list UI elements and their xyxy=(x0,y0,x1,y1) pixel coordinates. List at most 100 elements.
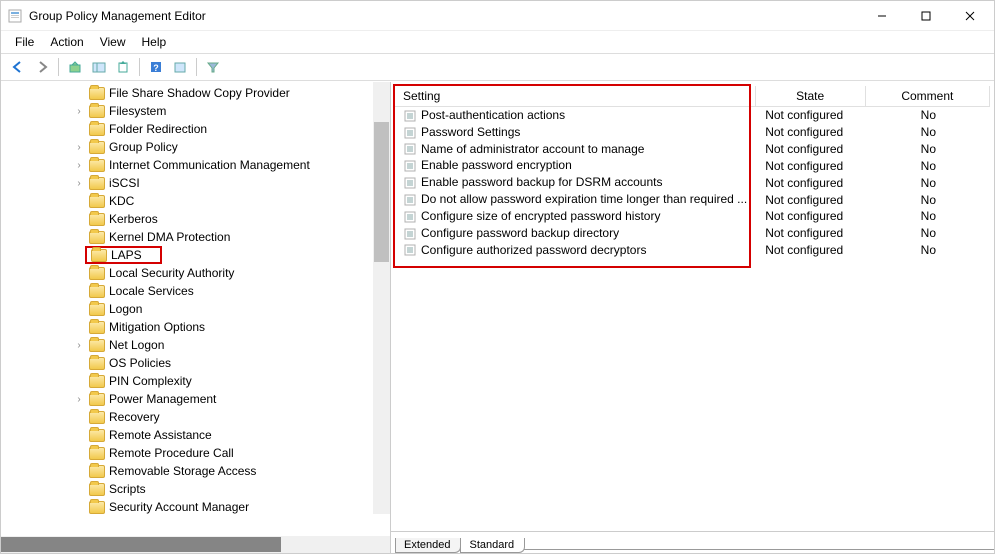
tree-item-recovery[interactable]: Recovery xyxy=(1,408,390,426)
setting-icon xyxy=(403,227,417,241)
window-controls xyxy=(860,2,992,30)
tree-item-removable-storage-access[interactable]: Removable Storage Access xyxy=(1,462,390,480)
setting-icon xyxy=(403,193,417,207)
tab-standard[interactable]: Standard xyxy=(460,538,525,553)
expand-icon[interactable]: › xyxy=(73,160,85,171)
tree-item-label: File Share Shadow Copy Provider xyxy=(109,86,290,100)
setting-state: Not configured xyxy=(755,208,865,225)
folder-icon xyxy=(89,429,105,442)
setting-name: Name of administrator account to manage xyxy=(421,142,644,156)
tree-item-label: Recovery xyxy=(109,410,160,424)
tree-item-local-security-authority[interactable]: Local Security Authority xyxy=(1,264,390,282)
help-button[interactable]: ? xyxy=(145,56,167,78)
menu-help[interactable]: Help xyxy=(134,33,175,51)
folder-icon xyxy=(89,285,105,298)
tree-item-label: Kerberos xyxy=(109,212,158,226)
tree-item-net-logon[interactable]: › Net Logon xyxy=(1,336,390,354)
menu-file[interactable]: File xyxy=(7,33,42,51)
setting-row[interactable]: Configure password backup directoryNot c… xyxy=(395,225,990,242)
setting-row[interactable]: Name of administrator account to manage N… xyxy=(395,141,990,158)
up-button[interactable] xyxy=(64,56,86,78)
column-state[interactable]: State xyxy=(755,86,865,107)
toolbar: ? xyxy=(1,53,994,81)
expand-icon[interactable]: › xyxy=(73,340,85,351)
tree-item-label: KDC xyxy=(109,194,134,208)
folder-icon xyxy=(89,123,105,136)
close-button[interactable] xyxy=(948,2,992,30)
setting-comment: No xyxy=(865,141,989,158)
tree-item-label: Group Policy xyxy=(109,140,178,154)
tree-item-kdc[interactable]: KDC xyxy=(1,192,390,210)
tree-item-laps[interactable]: LAPS xyxy=(1,246,390,264)
setting-row[interactable]: Configure size of encrypted password his… xyxy=(395,208,990,225)
properties-button[interactable] xyxy=(169,56,191,78)
expand-icon[interactable]: › xyxy=(73,142,85,153)
setting-icon xyxy=(403,109,417,123)
menu-view[interactable]: View xyxy=(92,33,134,51)
folder-icon xyxy=(89,447,105,460)
tree-item-remote-assistance[interactable]: Remote Assistance xyxy=(1,426,390,444)
tree-item-file-share-shadow-copy-provider[interactable]: File Share Shadow Copy Provider xyxy=(1,84,390,102)
setting-comment: No xyxy=(865,174,989,191)
tree-item-label: Scripts xyxy=(109,482,146,496)
menu-action[interactable]: Action xyxy=(42,33,91,51)
export-button[interactable] xyxy=(112,56,134,78)
tree-item-pin-complexity[interactable]: PIN Complexity xyxy=(1,372,390,390)
tree-item-label: PIN Complexity xyxy=(109,374,192,388)
tab-extended[interactable]: Extended xyxy=(395,538,461,553)
filter-button[interactable] xyxy=(202,56,224,78)
column-comment[interactable]: Comment xyxy=(865,86,989,107)
tree-item-power-management[interactable]: ›Power Management xyxy=(1,390,390,408)
horizontal-scrollbar[interactable] xyxy=(1,536,390,553)
folder-icon xyxy=(89,231,105,244)
setting-row[interactable]: Configure authorized password decryptors… xyxy=(395,242,990,259)
setting-icon xyxy=(403,176,417,190)
folder-icon xyxy=(91,249,107,262)
setting-state: Not configured xyxy=(755,124,865,141)
setting-name: Configure password backup directory xyxy=(421,226,619,240)
tree-item-group-policy[interactable]: › Group Policy xyxy=(1,138,390,156)
vertical-scrollbar[interactable] xyxy=(373,82,390,514)
tree-item-internet-communication-management[interactable]: ›Internet Communication Management xyxy=(1,156,390,174)
tree-item-label: Remote Assistance xyxy=(109,428,212,442)
tree-item-locale-services[interactable]: Locale Services xyxy=(1,282,390,300)
folder-icon xyxy=(89,213,105,226)
expand-icon[interactable]: › xyxy=(73,178,85,189)
tree-item-label: Net Logon xyxy=(109,338,164,352)
minimize-button[interactable] xyxy=(860,2,904,30)
tree-item-folder-redirection[interactable]: Folder Redirection xyxy=(1,120,390,138)
tree-item-iscsi[interactable]: ›iSCSI xyxy=(1,174,390,192)
setting-comment: No xyxy=(865,242,989,259)
tree-item-remote-procedure-call[interactable]: Remote Procedure Call xyxy=(1,444,390,462)
tree-item-logon[interactable]: Logon xyxy=(1,300,390,318)
tree-item-os-policies[interactable]: OS Policies xyxy=(1,354,390,372)
setting-icon xyxy=(403,243,417,257)
tree-item-kernel-dma-protection[interactable]: Kernel DMA Protection xyxy=(1,228,390,246)
tree-item-label: Filesystem xyxy=(109,104,166,118)
folder-icon xyxy=(89,177,105,190)
folder-icon xyxy=(89,375,105,388)
tree-item-kerberos[interactable]: Kerberos xyxy=(1,210,390,228)
tree-item-filesystem[interactable]: › Filesystem xyxy=(1,102,390,120)
setting-row[interactable]: Enable password backup for DSRM accounts… xyxy=(395,174,990,191)
folder-icon xyxy=(89,483,105,496)
tree-item-security-account-manager[interactable]: Security Account Manager xyxy=(1,498,390,516)
setting-row[interactable]: Do not allow password expiration time lo… xyxy=(395,191,990,208)
column-setting[interactable]: Setting xyxy=(395,86,755,107)
show-hide-tree-button[interactable] xyxy=(88,56,110,78)
setting-row[interactable]: Password SettingsNot configuredNo xyxy=(395,124,990,141)
forward-button[interactable] xyxy=(31,56,53,78)
folder-icon xyxy=(89,393,105,406)
expand-icon[interactable]: › xyxy=(73,394,85,405)
setting-row[interactable]: Enable password encryptionNot configured… xyxy=(395,157,990,174)
folder-icon xyxy=(89,303,105,316)
back-button[interactable] xyxy=(7,56,29,78)
tree-item-scripts[interactable]: Scripts xyxy=(1,480,390,498)
expand-icon[interactable]: › xyxy=(73,106,85,117)
setting-name: Password Settings xyxy=(421,125,520,139)
folder-icon xyxy=(89,339,105,352)
setting-row[interactable]: Post-authentication actionsNot configure… xyxy=(395,107,990,124)
svg-text:?: ? xyxy=(153,63,159,73)
tree-item-mitigation-options[interactable]: Mitigation Options xyxy=(1,318,390,336)
maximize-button[interactable] xyxy=(904,2,948,30)
